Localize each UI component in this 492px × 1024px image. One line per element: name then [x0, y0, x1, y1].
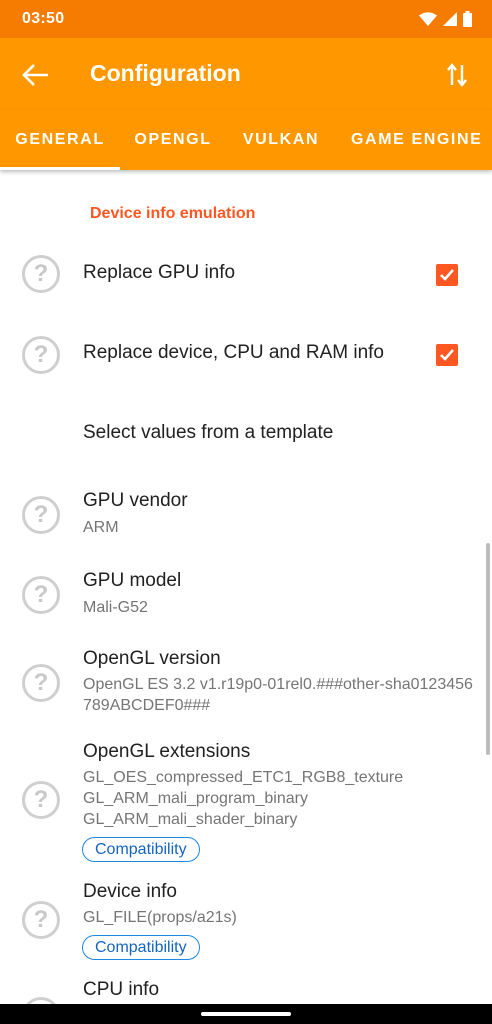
page-title: Configuration	[90, 60, 241, 86]
battery-icon	[463, 11, 472, 32]
signal-icon	[443, 12, 457, 31]
tab-game-engine[interactable]: GAME ENGINE	[336, 110, 492, 170]
back-button[interactable]	[14, 54, 56, 96]
help-icon[interactable]: ?	[22, 901, 60, 939]
replace-gpu-checkbox[interactable]	[436, 264, 458, 286]
help-icon[interactable]: ?	[22, 664, 60, 702]
extension-line: GL_OES_compressed_ETC1_RGB8_texture	[83, 769, 404, 786]
opengl-extensions-title: OpenGL extensions	[83, 741, 251, 762]
replace-gpu-title: Replace GPU info	[83, 262, 236, 283]
wifi-icon	[419, 12, 437, 31]
help-icon[interactable]: ?	[22, 576, 60, 614]
home-handle[interactable]	[201, 1012, 291, 1016]
opengl-extensions-row[interactable]: ? OpenGL extensions GL_OES_compressed_ET…	[0, 730, 492, 870]
device-info-value: GL_FILE(props/a21s)	[83, 909, 237, 926]
swap-button[interactable]	[436, 54, 478, 96]
app-bar: Configuration	[0, 38, 492, 110]
tab-general[interactable]: GENERAL	[0, 110, 120, 170]
status-time: 03:50	[22, 10, 65, 27]
gpu-model-title: GPU model	[83, 570, 182, 591]
help-icon[interactable]: ?	[22, 336, 60, 374]
extension-line: GL_ARM_mali_shader_binary	[83, 811, 298, 828]
help-icon[interactable]: ?	[22, 781, 60, 819]
check-icon	[440, 349, 454, 361]
gpu-vendor-value: ARM	[83, 519, 119, 536]
opengl-version-row[interactable]: ? OpenGL version OpenGL ES 3.2 v1.r19p0-…	[0, 634, 492, 724]
gpu-vendor-row[interactable]: ? GPU vendor ARM	[0, 474, 492, 554]
help-icon[interactable]: ?	[22, 255, 60, 293]
compatibility-badge: Compatibility	[82, 837, 200, 862]
scrollbar[interactable]	[486, 543, 490, 755]
help-icon[interactable]: ?	[22, 496, 60, 534]
gpu-vendor-title: GPU vendor	[83, 490, 188, 511]
cpu-info-title: CPU info	[83, 979, 160, 1000]
tab-opengl[interactable]: OPENGL	[120, 110, 226, 170]
section-header: Device info emulation	[90, 205, 256, 222]
navigation-bar	[0, 1004, 492, 1024]
status-bar: 03:50	[0, 0, 492, 38]
swap-vert-icon	[447, 63, 467, 87]
replace-device-title: Replace device, CPU and RAM info	[83, 342, 384, 363]
opengl-version-title: OpenGL version	[83, 648, 221, 669]
replace-device-row[interactable]: ? Replace device, CPU and RAM info	[0, 314, 492, 394]
template-title: Select values from a template	[83, 422, 334, 443]
gpu-model-row[interactable]: ? GPU model Mali-G52	[0, 554, 492, 634]
check-icon	[440, 269, 454, 281]
opengl-version-value: OpenGL ES 3.2 v1.r19p0-01rel0.###other-s…	[83, 676, 473, 714]
tab-vulkan[interactable]: VULKAN	[226, 110, 336, 170]
device-info-title: Device info	[83, 881, 177, 902]
settings-list[interactable]: Device info emulation ? Replace GPU info…	[0, 170, 492, 1004]
arrow-back-icon	[22, 64, 48, 86]
status-icons	[419, 11, 472, 32]
replace-gpu-row[interactable]: ? Replace GPU info	[0, 234, 492, 314]
extension-line: GL_ARM_mali_program_binary	[83, 790, 308, 807]
cpu-info-row[interactable]: ? CPU info	[0, 970, 492, 1004]
gpu-model-value: Mali-G52	[83, 599, 148, 616]
template-row[interactable]: Select values from a template	[0, 394, 492, 474]
device-info-row[interactable]: ? Device info GL_FILE(props/a21s) Compat…	[0, 870, 492, 970]
help-icon[interactable]: ?	[22, 997, 60, 1004]
replace-device-checkbox[interactable]	[436, 344, 458, 366]
tab-bar: GENERAL OPENGL VULKAN GAME ENGINE	[0, 110, 492, 170]
compatibility-badge: Compatibility	[82, 935, 200, 960]
